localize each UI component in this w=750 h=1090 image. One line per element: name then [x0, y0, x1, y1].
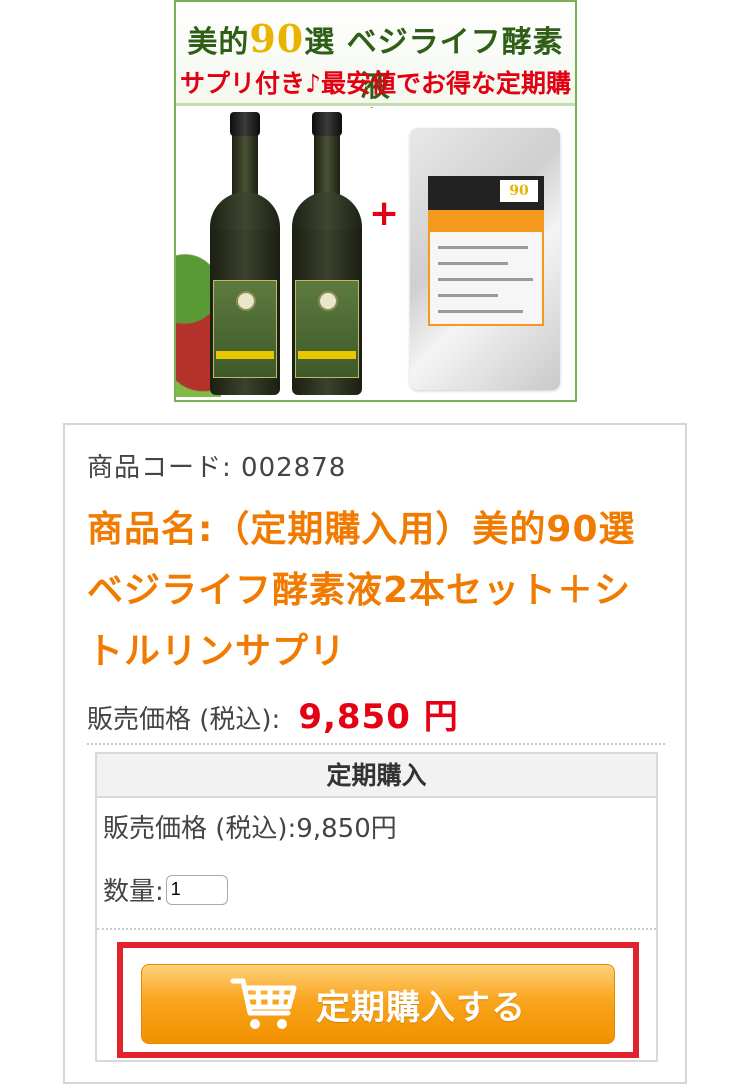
banner-title-number: 90: [249, 16, 305, 61]
subscription-panel: 定期購入 販売価格 (税込):9,850円 数量: 1 定期購入する: [95, 752, 658, 1062]
subscribe-button[interactable]: 定期購入する: [141, 964, 615, 1044]
quantity-input[interactable]: [165, 874, 228, 905]
pouch-badge: 90: [500, 180, 538, 202]
subscription-price: 販売価格 (税込):9,850円: [103, 814, 397, 844]
product-code: 商品コード: 002878: [87, 453, 347, 483]
price-row: 販売価格 (税込): 9,850 円: [87, 689, 459, 738]
highlight-frame: 定期購入する: [117, 942, 639, 1058]
supplement-pouch: 90: [410, 128, 560, 390]
banner-title-prefix: 美的: [187, 25, 250, 60]
bottle-left: [206, 112, 284, 397]
image-banner: 美的90選 ベジライフ酵素液 サプリ付き♪最安値でお得な定期購入: [176, 2, 575, 134]
subscription-divider: [97, 928, 656, 930]
subscribe-button-label: 定期購入する: [316, 987, 526, 1028]
product-name: 商品名:（定期購入用）美的90選 ベジライフ酵素液2本セット＋シトルリンサプリ: [87, 509, 673, 672]
price-value: 9,850 円: [298, 697, 459, 737]
price-label: 販売価格 (税込):: [87, 705, 281, 735]
shopping-cart-icon: [230, 978, 297, 1029]
product-image: 美的90選 ベジライフ酵素液 サプリ付き♪最安値でお得な定期購入 + 90: [174, 0, 577, 402]
quantity-row: 数量:: [103, 871, 228, 908]
product-info-box: 商品コード: 002878 商品名:（定期購入用）美的90選 ベジライフ酵素液2…: [63, 423, 687, 1084]
bottle-right: [288, 112, 366, 397]
quantity-label: 数量:: [103, 877, 164, 907]
divider: [87, 743, 665, 745]
plus-sign: +: [369, 193, 400, 234]
subscription-header: 定期購入: [97, 754, 656, 798]
